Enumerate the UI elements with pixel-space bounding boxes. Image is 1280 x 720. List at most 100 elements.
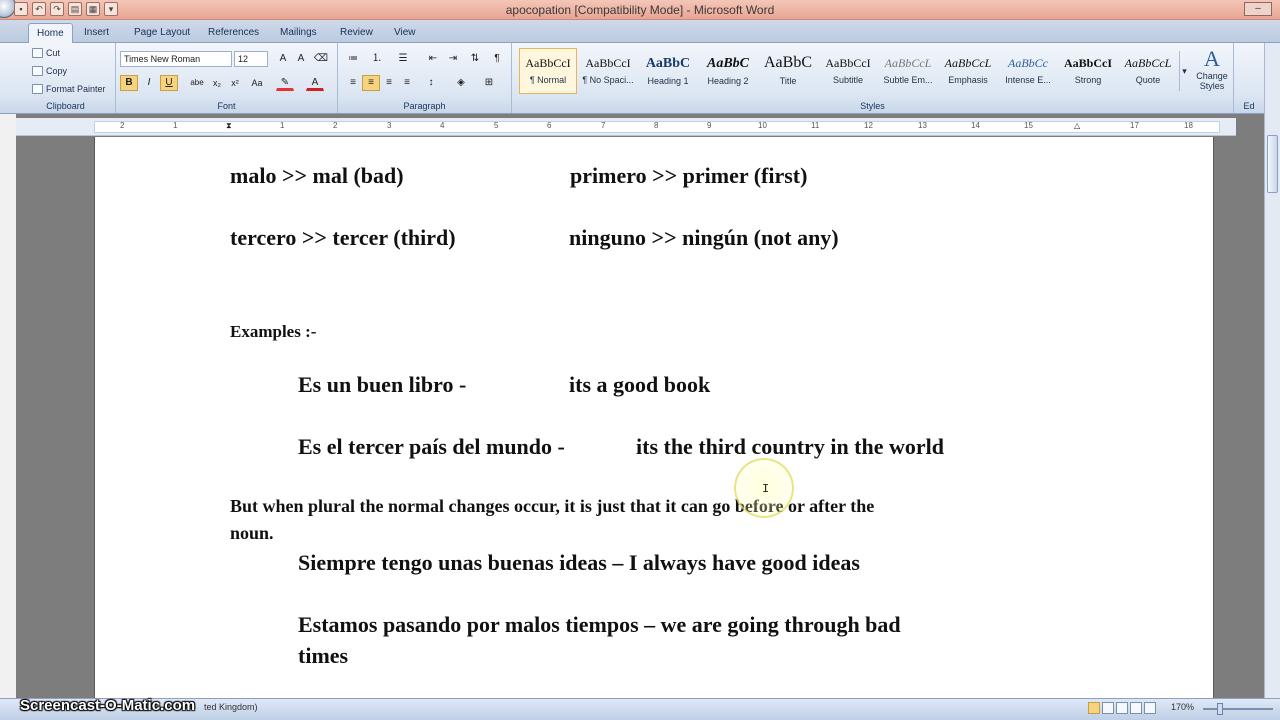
copy-button[interactable]: Copy: [32, 66, 67, 76]
align-left-icon[interactable]: ≡: [344, 75, 362, 91]
justify-icon[interactable]: ≡: [398, 75, 416, 91]
shading-icon[interactable]: ◈: [452, 75, 470, 91]
tab-review[interactable]: Review: [332, 23, 381, 43]
style-heading-1[interactable]: AaBbC Heading 1: [639, 48, 697, 94]
style-intense-emphasis[interactable]: AaBbCc Intense E...: [999, 48, 1057, 94]
ruler-tick: 10: [758, 121, 767, 130]
style-strong[interactable]: AaBbCcI Strong: [1059, 48, 1117, 94]
document-page[interactable]: malo >> mal (bad) primero >> primer (fir…: [94, 137, 1214, 698]
right-indent-marker-icon[interactable]: △: [1074, 121, 1080, 130]
style-subtle-emphasis[interactable]: AaBbCcL Subtle Em...: [879, 48, 937, 94]
style-no-spacing[interactable]: AaBbCcI ¶ No Spaci...: [579, 48, 637, 94]
ruler-tick: 1: [280, 121, 285, 130]
align-center-icon[interactable]: ≡: [362, 75, 380, 91]
font-size-select[interactable]: 12: [234, 51, 268, 67]
copy-label: Copy: [46, 66, 68, 76]
tab-references[interactable]: References: [200, 23, 267, 43]
print-layout-icon[interactable]: [1088, 702, 1100, 714]
draft-icon[interactable]: [1144, 702, 1156, 714]
style-name: Subtitle: [832, 75, 864, 85]
grow-font-button[interactable]: A: [274, 51, 292, 67]
language-indicator[interactable]: ted Kingdom): [204, 702, 258, 712]
editing-group: Ed: [1234, 43, 1264, 113]
editing-label: Ed: [1243, 101, 1255, 111]
subscript-button[interactable]: x₂: [208, 75, 226, 91]
borders-icon[interactable]: ⊞: [480, 75, 498, 91]
zoom-slider-knob[interactable]: [1217, 703, 1223, 715]
style-emphasis[interactable]: AaBbCcL Emphasis: [939, 48, 997, 94]
style-name: Emphasis: [948, 75, 988, 85]
decrease-indent-icon[interactable]: ⇤: [424, 51, 442, 67]
style-name: Title: [779, 76, 797, 86]
scrollbar-thumb[interactable]: [1267, 135, 1278, 193]
doc-example4-line2: times: [298, 643, 349, 668]
style-subtitle[interactable]: AaBbCcI Subtitle: [819, 48, 877, 94]
style-sample: AaBbCcL: [884, 56, 932, 70]
format-painter-button[interactable]: Format Painter: [32, 84, 106, 94]
outline-icon[interactable]: [1130, 702, 1142, 714]
underline-button[interactable]: U: [160, 75, 178, 91]
tab-insert[interactable]: Insert: [76, 23, 117, 43]
style-name: Intense E...: [1005, 75, 1051, 85]
align-right-icon[interactable]: ≡: [380, 75, 398, 91]
tab-mailings[interactable]: Mailings: [272, 23, 325, 43]
ruler-tick: 18: [1184, 121, 1193, 130]
doc-pair2-right: ninguno >> ningún (not any): [569, 225, 839, 250]
tab-page-layout[interactable]: Page Layout: [126, 23, 198, 43]
clipboard-group: Cut Copy Format Painter Clipboard: [16, 43, 116, 113]
indent-marker-icon[interactable]: ⧗: [226, 121, 232, 131]
shrink-font-button[interactable]: A: [292, 51, 310, 67]
numbering-icon[interactable]: ⒈: [368, 51, 386, 67]
full-screen-reading-icon[interactable]: [1102, 702, 1114, 714]
superscript-button[interactable]: x²: [226, 75, 244, 91]
styles-gallery-more[interactable]: ▾: [1179, 51, 1189, 91]
style-title[interactable]: AaBbC Title: [759, 48, 817, 94]
cut-button[interactable]: Cut: [32, 48, 60, 58]
style-name: Strong: [1074, 75, 1102, 85]
bold-button[interactable]: B: [120, 75, 138, 91]
scissors-icon: [32, 48, 43, 58]
doc-example2-english: its the third country in the world: [636, 434, 944, 459]
tab-home[interactable]: Home: [28, 23, 73, 43]
clear-format-button[interactable]: ⌫: [312, 51, 330, 67]
vertical-scrollbar[interactable]: [1264, 43, 1280, 698]
style-normal[interactable]: AaBbCcI ¶ Normal: [519, 48, 577, 94]
zoom-level[interactable]: 170%: [1171, 702, 1194, 712]
style-name: Subtle Em...: [883, 75, 933, 85]
show-marks-icon[interactable]: ¶: [488, 51, 506, 67]
style-sample: AaBbC: [645, 56, 691, 71]
minimize-icon[interactable]: –: [1244, 2, 1272, 16]
highlight-icon[interactable]: ✎: [276, 75, 294, 91]
change-styles-button[interactable]: A Change Styles: [1192, 47, 1232, 92]
ruler-tick: 5: [494, 121, 499, 130]
tab-view[interactable]: View: [386, 23, 424, 43]
ruler-tick: 3: [387, 121, 392, 130]
font-group: Times New Roman 12 A A ⌫ B I U abe x₂ x²…: [116, 43, 338, 113]
style-heading-2[interactable]: AaBbC Heading 2: [699, 48, 757, 94]
change-case-button[interactable]: Aa: [248, 75, 266, 91]
line-spacing-icon[interactable]: ↕: [422, 75, 440, 91]
watermark: Screencast-O-Matic.com: [20, 697, 196, 714]
horizontal-ruler[interactable]: 2 1 ⧗ 1 2 3 4 5 6 7 8 9 10 11 12 13 14 1…: [16, 118, 1236, 136]
font-name-select[interactable]: Times New Roman: [120, 51, 232, 67]
ruler-tick: 9: [707, 121, 712, 130]
zoom-slider[interactable]: [1203, 703, 1273, 715]
bullets-icon[interactable]: ≔: [344, 51, 362, 67]
italic-button[interactable]: I: [140, 75, 158, 91]
increase-indent-icon[interactable]: ⇥: [444, 51, 462, 67]
doc-plural-line2: noun.: [230, 523, 274, 543]
style-sample: AaBbCcL: [1124, 56, 1172, 70]
web-layout-icon[interactable]: [1116, 702, 1128, 714]
style-sample: AaBbC: [706, 56, 749, 71]
font-color-icon[interactable]: A: [306, 75, 324, 91]
sort-icon[interactable]: ⇅: [466, 51, 484, 67]
style-name: ¶ Normal: [529, 75, 567, 85]
paragraph-group: ≔ ⒈ ☰ ⇤ ⇥ ⇅ ¶ ≡ ≡ ≡ ≡ ↕ ◈ ⊞ Paragraph: [338, 43, 512, 113]
multilevel-list-icon[interactable]: ☰: [394, 51, 412, 67]
style-quote[interactable]: AaBbCcL Quote: [1119, 48, 1177, 94]
ruler-tick: 12: [864, 121, 873, 130]
doc-example1-spanish: Es un buen libro -: [298, 372, 467, 397]
doc-pair1-right: primero >> primer (first): [570, 163, 808, 188]
style-sample: AaBbC: [764, 54, 812, 71]
strikethrough-button[interactable]: abe: [188, 75, 206, 91]
